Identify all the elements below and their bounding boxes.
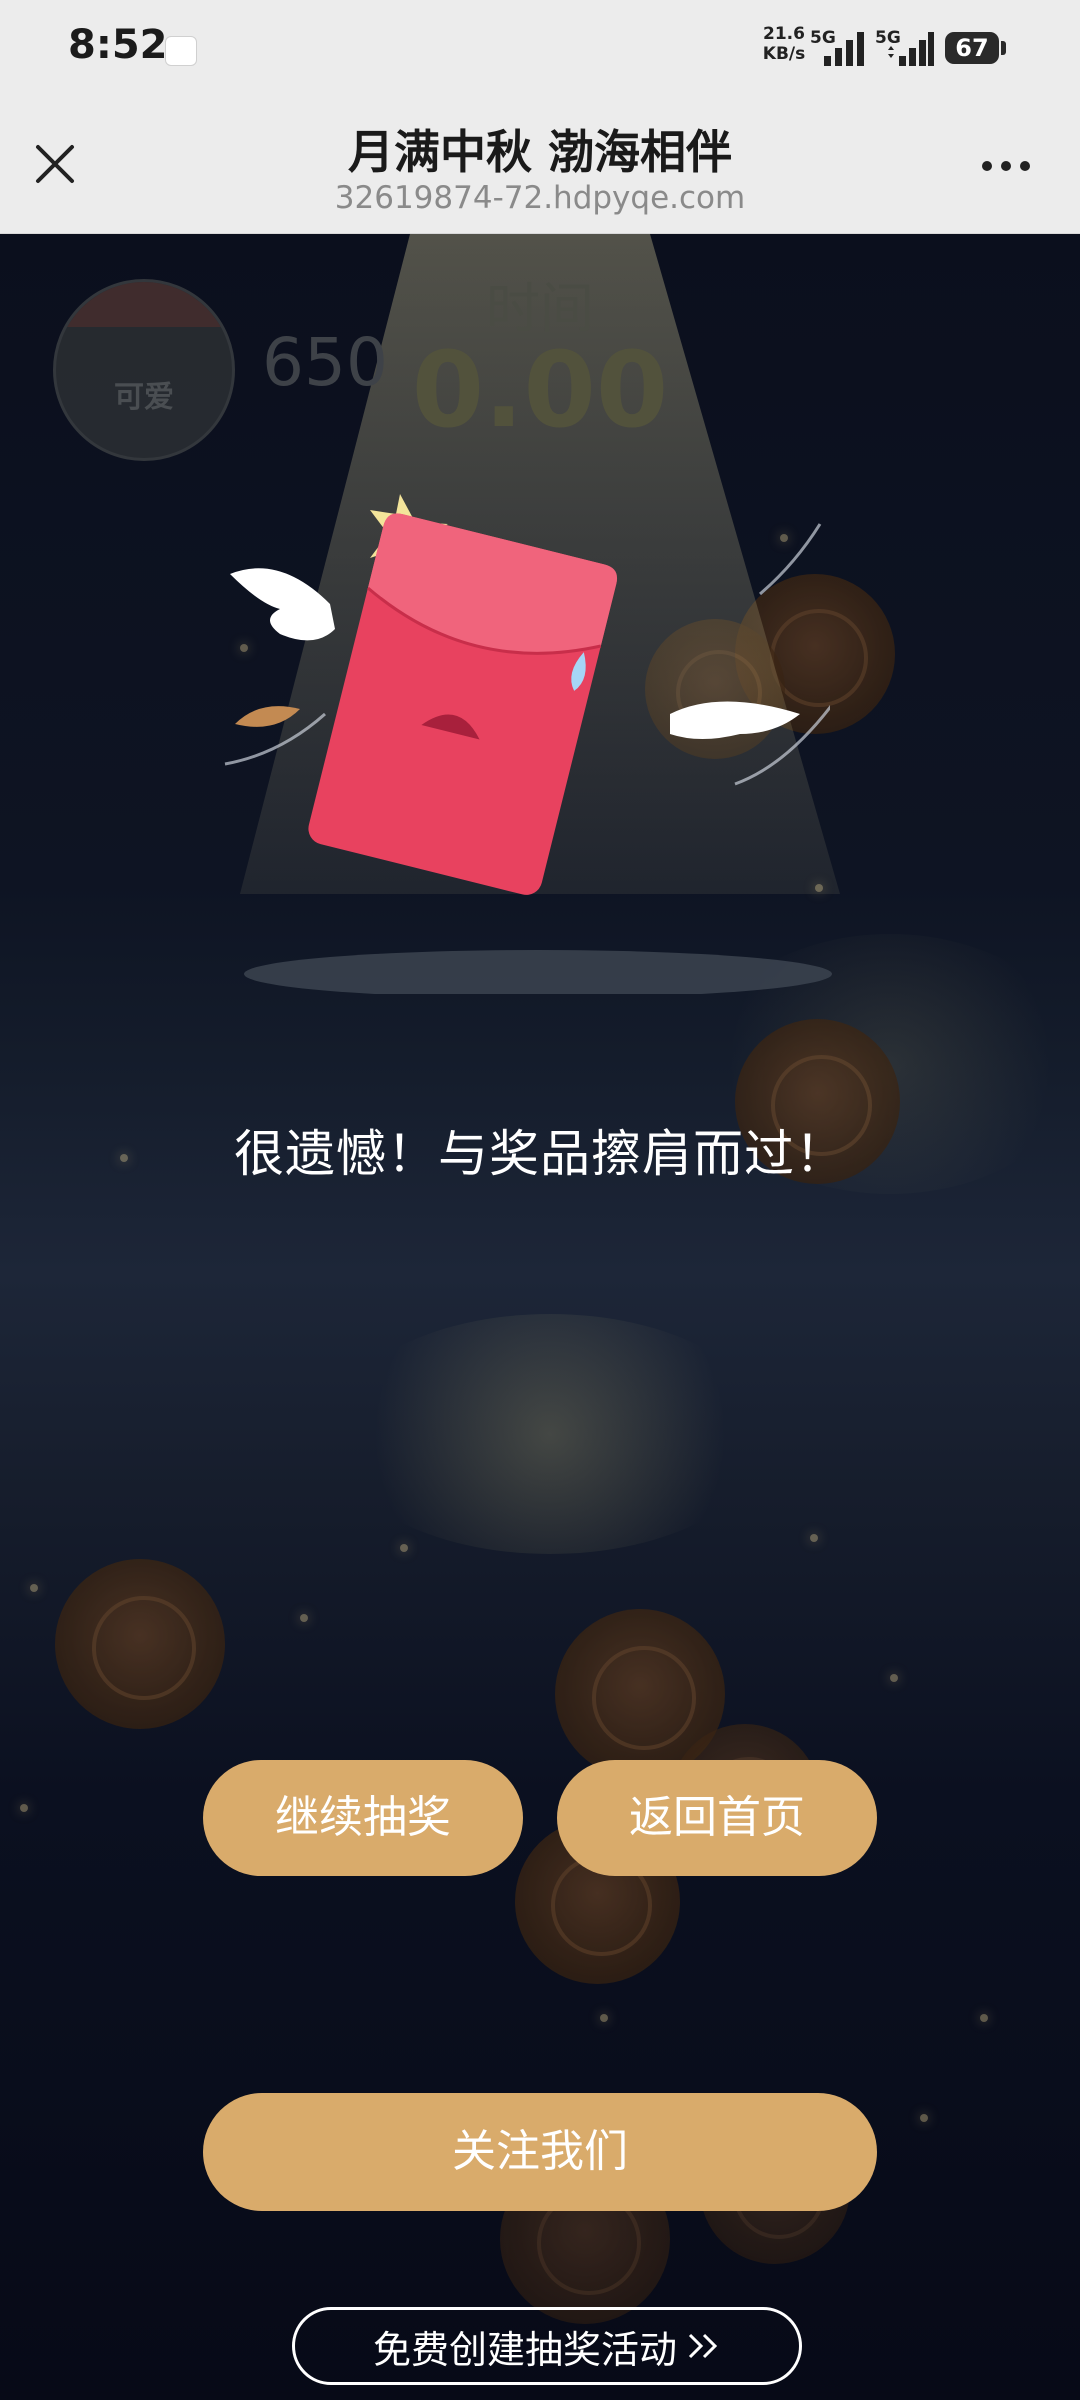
more-options-button[interactable] — [966, 136, 1046, 196]
double-chevron-right-icon — [688, 2333, 718, 2359]
score-value: 650 — [262, 324, 388, 401]
network-speed: 21.6 KB/s — [762, 24, 806, 64]
close-icon — [36, 145, 74, 183]
result-message: 很遗憾！与奖品擦肩而过！ — [234, 1125, 846, 1183]
mooncake-image — [55, 1559, 225, 1729]
sparkle — [400, 1544, 408, 1552]
avatar: 可爱 — [53, 279, 235, 461]
sparkle — [810, 1534, 818, 1542]
follow-us-button[interactable]: 关注我们 — [203, 2093, 877, 2211]
status-bar: 8:52 21.6 KB/s 5G 5G 67 — [0, 0, 1080, 100]
avatar-banner — [56, 282, 232, 327]
network-speed-value: 21.6 — [763, 24, 805, 44]
page-title: 月满中秋 渤海相伴 — [347, 125, 732, 179]
avatar-text: 可爱 — [114, 380, 174, 415]
horizon-glow — [330, 1314, 770, 1554]
continue-draw-button[interactable]: 继续抽奖 — [203, 1760, 523, 1876]
more-dot-icon — [1001, 161, 1011, 171]
sparkle — [980, 2014, 988, 2022]
lottery-scene: 可爱 650 时间 0.00 很遗憾！与奖品擦肩而过！ 继续抽奖 返回首页 关注… — [0, 234, 1080, 2400]
sparkle — [20, 1804, 28, 1812]
signal-1-icon — [824, 32, 864, 66]
battery-icon: 67 — [945, 32, 999, 64]
back-home-button[interactable]: 返回首页 — [557, 1760, 877, 1876]
battery-tip — [1001, 41, 1006, 55]
create-lottery-button[interactable]: 免费创建抽奖活动 — [292, 2307, 802, 2385]
time-value: 0.00 — [411, 329, 669, 451]
page-url: 32619874-72.hdpyqe.com — [334, 180, 746, 216]
sparkle — [300, 1614, 308, 1622]
sparkle — [920, 2114, 928, 2122]
status-time: 8:52 — [68, 22, 168, 68]
browser-header: 月满中秋 渤海相伴 32619874-72.hdpyqe.com — [0, 100, 1080, 234]
more-dot-icon — [982, 161, 992, 171]
sparkle — [30, 1584, 38, 1592]
more-dot-icon — [1020, 161, 1030, 171]
sparkle — [890, 1674, 898, 1682]
network-speed-unit: KB/s — [762, 44, 806, 64]
red-envelope-illustration — [224, 494, 830, 895]
signal-2-icon — [888, 32, 934, 66]
screen: 8:52 21.6 KB/s 5G 5G 67 月满中秋 渤海相伴 326198… — [0, 0, 1080, 2400]
sparkle — [600, 2014, 608, 2022]
create-lottery-label: 免费创建抽奖活动 — [372, 2327, 677, 2372]
close-button[interactable] — [22, 131, 88, 197]
notification-icon — [165, 36, 197, 66]
